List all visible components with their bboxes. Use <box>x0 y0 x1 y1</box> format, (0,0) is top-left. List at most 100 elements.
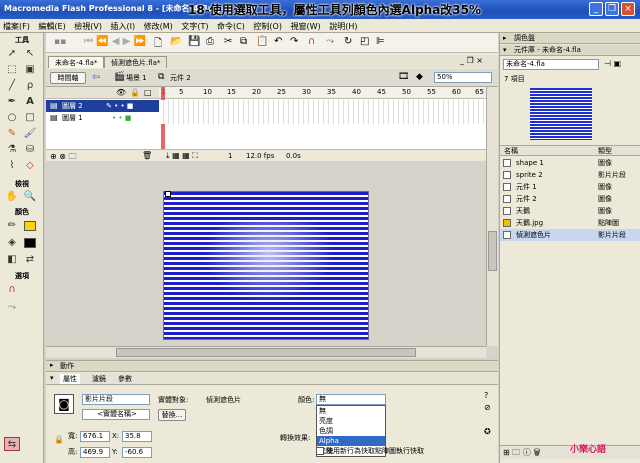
library-item[interactable]: 天鵝 圖像 <box>500 205 640 217</box>
cache-checkbox[interactable] <box>316 447 324 455</box>
restore-button[interactable]: ❐ <box>605 2 619 16</box>
layer-name[interactable]: 圖層 2 <box>62 102 83 110</box>
stage-horizontal-scrollbar[interactable] <box>46 346 486 358</box>
oval-tool-icon[interactable]: ○ <box>4 111 20 125</box>
frame-grid[interactable] <box>159 100 486 124</box>
delete-layer-icon[interactable]: 🗑 <box>142 151 152 160</box>
gradient-transform-icon[interactable]: ▣ <box>22 63 38 77</box>
edit-scene-icon[interactable]: 🎞 <box>398 72 409 82</box>
snap-icon[interactable]: ∩ <box>308 36 315 47</box>
color-option[interactable]: 色調 <box>317 426 385 436</box>
text-tool-icon[interactable]: A <box>22 95 38 109</box>
new-symbol-icon[interactable]: ⊞ 🗀 ⓘ 🗑 <box>503 447 541 461</box>
library-panel-title[interactable]: 元件庫 - 未命名-4.fla <box>500 45 640 56</box>
library-item[interactable]: 元件 1 圖像 <box>500 181 640 193</box>
cache-label[interactable]: 使用新行為快取點陣圖執行快取 <box>326 446 424 456</box>
open-file-icon[interactable]: 📂 <box>170 36 182 47</box>
smooth-toolbar-icon[interactable]: ⤳ <box>326 36 334 47</box>
fill-color-swatch[interactable] <box>24 238 36 248</box>
tab-filters[interactable]: 濾鏡 <box>92 374 106 384</box>
menu-view[interactable]: 檢視(V) <box>71 19 105 34</box>
brush-tool-icon[interactable]: 🖌 <box>22 127 38 141</box>
menu-control[interactable]: 控制(O) <box>250 19 285 34</box>
tab-properties[interactable]: 屬性 <box>60 374 80 384</box>
symbol-label[interactable]: 元件 2 <box>170 73 191 83</box>
menu-help[interactable]: 說明(H) <box>326 19 360 34</box>
zoom-tool-icon[interactable]: 🔍 <box>22 190 38 204</box>
menu-edit[interactable]: 編輯(E) <box>35 19 68 34</box>
redo-icon[interactable]: ↷ <box>290 36 298 47</box>
stroke-color-icon[interactable]: ✏ <box>4 219 20 233</box>
expand-arrow-icon[interactable]: ▸ <box>50 361 54 369</box>
collapse-arrow-icon[interactable]: ▾ <box>50 374 54 382</box>
width-input[interactable]: 676.1 <box>80 431 110 442</box>
x-input[interactable]: 35.8 <box>122 431 152 442</box>
registration-point-icon[interactable] <box>165 191 171 197</box>
timeline-toggle-button[interactable]: 時間軸 <box>50 72 86 84</box>
menu-commands[interactable]: 命令(C) <box>214 19 248 34</box>
expand-arrow-icon[interactable]: ▾ <box>503 46 507 54</box>
lock-ratio-icon[interactable]: 🔒 <box>54 435 64 444</box>
height-input[interactable]: 469.9 <box>80 447 110 458</box>
outline-icon[interactable]: □ <box>144 88 152 97</box>
free-transform-icon[interactable]: ⬚ <box>4 63 20 77</box>
scroll-thumb[interactable] <box>488 231 497 271</box>
lasso-tool-icon[interactable]: ρ <box>22 79 38 93</box>
color-option[interactable]: 亮度 <box>317 416 385 426</box>
layer-row-2[interactable]: ▤ 圖層 2 ✎ • • ■ <box>46 100 159 112</box>
fill-color-icon[interactable]: ◈ <box>4 236 20 250</box>
symbol-type-select[interactable]: 影片片段 <box>82 394 150 405</box>
color-option[interactable]: 無 <box>317 406 385 416</box>
scene-label[interactable]: 場景 1 <box>126 73 147 83</box>
color-option-selected[interactable]: Alpha <box>317 436 385 446</box>
default-colors-icon[interactable]: ◧ <box>4 253 20 267</box>
eye-icon[interactable]: 👁 <box>116 88 126 97</box>
library-file-select[interactable]: 未命名-4.fla <box>503 59 599 70</box>
library-item[interactable]: 偵測遮色片 影片片段 <box>500 229 640 241</box>
menu-text[interactable]: 文字(T) <box>178 19 211 34</box>
stage-vertical-scrollbar[interactable] <box>486 161 498 346</box>
instance-name-input[interactable]: <實體名稱> <box>82 409 150 420</box>
eraser-tool-icon[interactable]: ◇ <box>22 159 38 173</box>
layer-name[interactable]: 圖層 1 <box>62 114 83 122</box>
lock-icon[interactable]: 🔒 <box>130 88 140 97</box>
actions-title[interactable]: 動作 <box>60 361 74 371</box>
center-frame-icon[interactable]: ⤓ ▦ ▦ ⛶ <box>166 151 198 161</box>
ink-bottle-icon[interactable]: ⚗ <box>4 143 20 157</box>
pin-icon[interactable]: ⊣ ▣ <box>604 59 621 68</box>
menu-modify[interactable]: 修改(M) <box>141 19 176 34</box>
paste-icon[interactable]: 📋 <box>256 36 268 47</box>
frame-ruler[interactable]: 1 5 10 15 20 25 30 35 40 45 50 55 60 65 <box>159 87 486 99</box>
smooth-icon[interactable]: ⤳ <box>4 301 20 315</box>
column-type[interactable]: 類型 <box>598 146 612 156</box>
subselection-tool-icon[interactable]: ↖ <box>22 47 38 61</box>
zoom-select[interactable]: 50% <box>434 72 492 83</box>
accessibility-icon[interactable]: ✪ <box>484 427 491 436</box>
library-item[interactable]: 天鵝.jpg 點陣圖 <box>500 217 640 229</box>
selection-tool-icon[interactable]: ➚ <box>4 47 20 61</box>
print-icon[interactable]: ⎙ <box>206 36 214 47</box>
save-icon[interactable]: 💾 <box>188 36 200 47</box>
minimize-button[interactable]: _ <box>589 2 603 16</box>
color-effect-select[interactable]: 無 <box>316 394 386 405</box>
stroke-color-swatch[interactable] <box>24 221 36 231</box>
collapse-arrow-icon[interactable]: ▸ <box>503 34 507 42</box>
pencil-tool-icon[interactable]: ✎ <box>4 127 20 141</box>
scroll-thumb-h[interactable] <box>116 348 416 357</box>
tab-mask-detect[interactable]: 偵測遮色片.fla* <box>104 56 168 68</box>
stage-movieclip[interactable] <box>163 191 369 340</box>
back-arrow-icon[interactable]: ⇦ <box>92 72 100 83</box>
line-tool-icon[interactable]: ╱ <box>4 79 20 93</box>
menu-window[interactable]: 視窗(W) <box>288 19 324 34</box>
tab-minimize-icon[interactable]: _ ❐ × <box>460 56 483 65</box>
collapse-props-icon[interactable]: ⊘ <box>484 403 491 412</box>
actions-bar[interactable]: ▸ 動作 <box>46 361 498 372</box>
copy-icon[interactable]: ⧉ <box>240 36 247 47</box>
help-icon[interactable]: ? <box>484 391 488 400</box>
swap-colors-icon[interactable]: ⇄ <box>22 253 38 267</box>
close-button[interactable]: × <box>621 2 635 16</box>
color-panel-title[interactable]: 調色盤 <box>500 33 640 44</box>
tab-untitled-4[interactable]: 未命名-4.fla* <box>48 56 105 68</box>
library-item[interactable]: 元件 2 圖像 <box>500 193 640 205</box>
layer-row-1[interactable]: ▤ 圖層 1 • • ■ <box>46 112 159 124</box>
